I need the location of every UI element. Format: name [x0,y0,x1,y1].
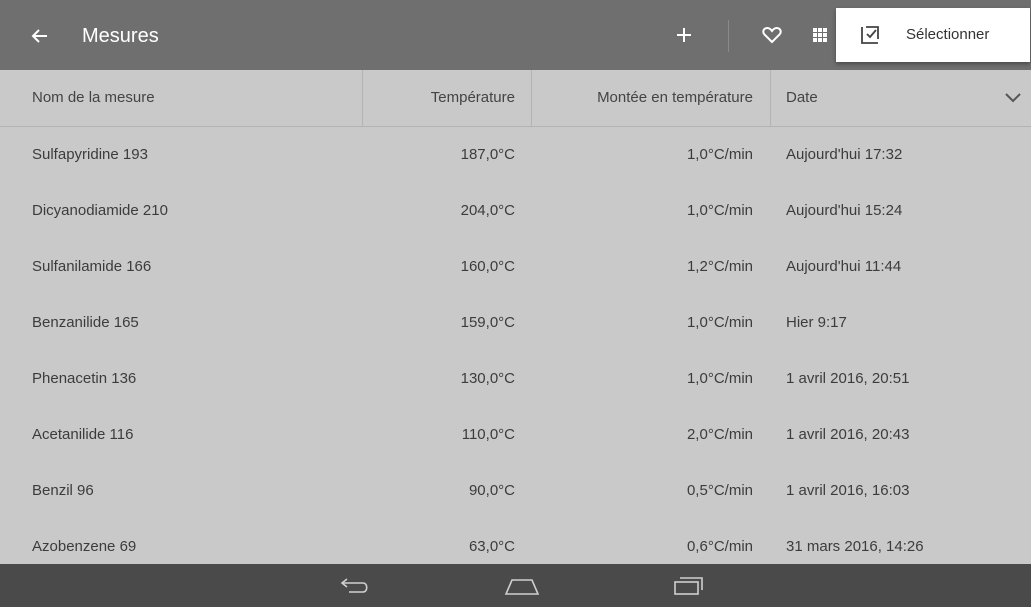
column-header-name[interactable]: Nom de la mesure [32,70,155,126]
table-row[interactable]: Benzanilide 165 159,0°C 1,0°C/min Hier 9… [0,295,1031,351]
system-nav-bar [0,564,1031,607]
cell-temperature: 187,0°C [460,146,515,163]
page-title: Mesures [82,25,159,47]
cell-date: Hier 9:17 [786,314,847,331]
back-button[interactable] [22,20,58,52]
nav-recents-icon [674,577,703,595]
nav-back-icon [340,578,368,593]
column-header-temperature[interactable]: Température [431,70,515,126]
cell-name: Benzil 96 [32,482,94,499]
column-header-heating-rate[interactable]: Montée en température [597,70,753,126]
cell-temperature: 160,0°C [460,258,515,275]
cell-date: Aujourd'hui 11:44 [786,258,902,275]
table-row[interactable]: Phenacetin 136 130,0°C 1,0°C/min 1 avril… [0,351,1031,407]
nav-back-button[interactable] [332,570,380,602]
select-checkbox-icon [861,26,879,44]
cell-name: Benzanilide 165 [32,314,139,331]
table-row[interactable]: Sulfapyridine 193 187,0°C 1,0°C/min Aujo… [0,127,1031,183]
cell-date: 1 avril 2016, 20:51 [786,370,910,387]
table-header: Nom de la mesure Température Montée en t… [0,70,1031,127]
cell-date: Aujourd'hui 15:24 [786,202,903,219]
table-row[interactable]: Dicyanodiamide 210 204,0°C 1,0°C/min Auj… [0,183,1031,239]
column-header-date[interactable]: Date [786,70,818,126]
cell-temperature: 130,0°C [460,370,515,387]
overflow-menu-item-select[interactable]: Sélectionner [836,8,1030,62]
sort-dropdown-button[interactable] [1004,90,1024,106]
column-divider [770,70,771,126]
grid-view-button[interactable] [803,18,837,52]
nav-home-button[interactable] [498,570,546,602]
table-row[interactable]: Acetanilide 116 110,0°C 2,0°C/min 1 avri… [0,407,1031,463]
cell-heating-rate: 0,5°C/min [686,482,753,499]
nav-home-icon [504,579,540,595]
nav-recents-button[interactable] [665,570,713,602]
cell-name: Sulfanilamide 166 [32,258,152,275]
overflow-menu-label: Sélectionner [906,26,990,43]
table-row[interactable]: Benzil 96 90,0°C 0,5°C/min 1 avril 2016,… [0,463,1031,519]
cell-temperature: 159,0°C [460,314,515,331]
add-button[interactable] [667,18,701,52]
cell-heating-rate: 1,0°C/min [686,202,753,219]
cell-temperature: 90,0°C [468,482,515,499]
chevron-down-icon [1005,93,1021,103]
cell-date: Aujourd'hui 17:32 [786,146,903,163]
cell-heating-rate: 2,0°C/min [686,426,753,443]
cell-heating-rate: 1,0°C/min [686,146,753,163]
cell-date: 1 avril 2016, 20:43 [786,426,910,443]
cell-temperature: 110,0°C [461,426,515,443]
cell-name: Dicyanodiamide 210 [32,202,168,219]
arrow-back-icon [31,29,47,43]
table-row[interactable]: Sulfanilamide 166 160,0°C 1,2°C/min Aujo… [0,239,1031,295]
grid-icon [813,28,827,42]
cell-heating-rate: 1,2°C/min [686,258,753,275]
column-divider [531,70,532,126]
cell-temperature: 204,0°C [460,202,515,219]
heart-outline-icon [762,27,782,44]
cell-name: Phenacetin 136 [32,370,137,387]
cell-heating-rate: 1,0°C/min [686,370,753,387]
plus-icon [677,28,691,42]
favorite-button[interactable] [755,18,789,52]
cell-name: Sulfapyridine 193 [32,146,148,163]
cell-name: Acetanilide 116 [32,426,134,443]
column-divider [362,70,363,126]
cell-heating-rate: 1,0°C/min [686,314,753,331]
toolbar-divider [728,20,729,52]
cell-date: 1 avril 2016, 16:03 [786,482,910,499]
